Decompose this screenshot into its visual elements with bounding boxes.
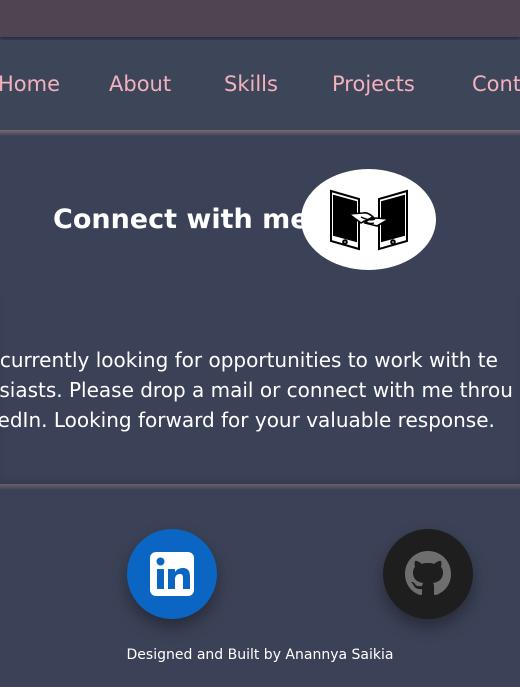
nav-item-skills[interactable]: Skills xyxy=(224,72,278,96)
message-line-2: husiasts. Please drop a mail or connect … xyxy=(0,378,513,402)
linkedin-icon xyxy=(150,552,194,596)
handshake-phones-icon xyxy=(301,169,436,270)
nav-item-projects[interactable]: Projects xyxy=(332,72,415,96)
section-divider xyxy=(0,484,520,490)
github-icon xyxy=(405,551,451,595)
main-nav: Home About Skills Projects Conta xyxy=(0,40,520,130)
linkedin-link[interactable] xyxy=(127,529,217,619)
connect-hero: Connect with me xyxy=(0,136,520,296)
nav-item-contact[interactable]: Conta xyxy=(472,72,520,96)
github-link[interactable] xyxy=(383,529,473,619)
top-bar xyxy=(0,0,520,37)
message-line-3: nkedIn. Looking forward for your valuabl… xyxy=(0,408,495,432)
page-title: Connect with me xyxy=(53,204,309,235)
contact-message: m currently looking for opportunities to… xyxy=(0,296,520,484)
message-line-1: m currently looking for opportunities to… xyxy=(0,348,498,372)
nav-item-home[interactable]: Home xyxy=(0,72,60,96)
nav-item-about[interactable]: About xyxy=(109,72,171,96)
footer-credit: Designed and Built by Anannya Saikia xyxy=(126,647,394,663)
